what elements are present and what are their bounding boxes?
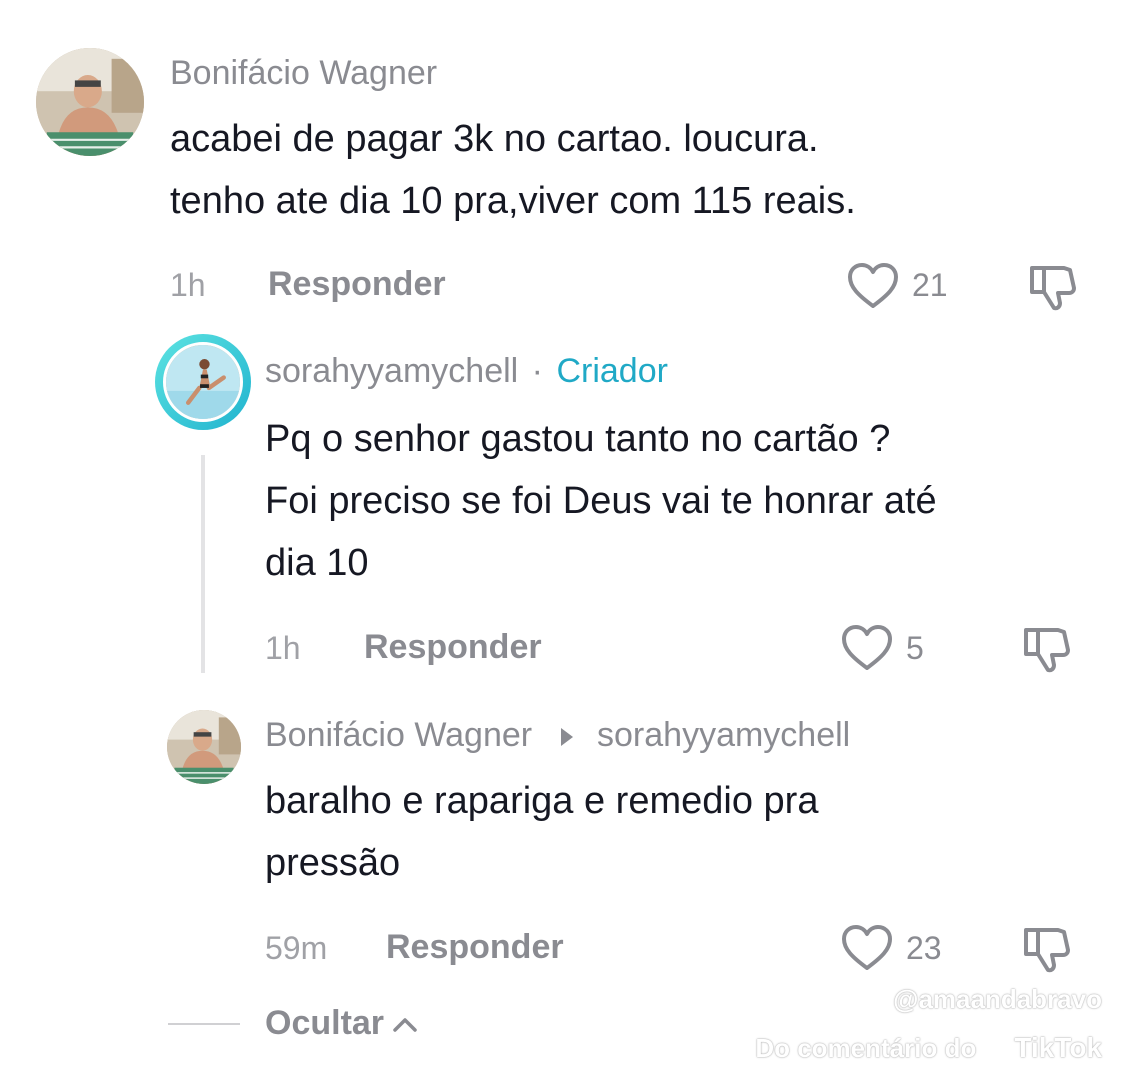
like-button[interactable] xyxy=(840,622,894,674)
watermark-brand: TikTok xyxy=(1014,1032,1102,1063)
thumbs-down-icon xyxy=(1030,266,1076,311)
heart-outline-icon xyxy=(842,625,892,670)
avatar[interactable] xyxy=(167,710,241,784)
dislike-button[interactable] xyxy=(1020,924,1074,974)
dislike-button[interactable] xyxy=(1026,262,1080,312)
hide-replies-label: Ocultar xyxy=(265,1004,385,1042)
thumbs-down-icon xyxy=(1024,928,1070,973)
avatar[interactable] xyxy=(36,48,144,156)
hide-replies-button[interactable]: Ocultar xyxy=(265,1004,420,1043)
comment-author: Bonifácio Wagner sorahyyamychell xyxy=(265,716,850,755)
comment-time: 59m xyxy=(265,930,328,966)
comment-text: acabei de pagar 3k no cartao. loucura. t… xyxy=(170,108,1100,232)
like-button[interactable] xyxy=(846,260,900,312)
thread-line xyxy=(201,455,205,673)
watermark-handle: @amaandabravo xyxy=(893,984,1102,1014)
comment-line: acabei de pagar 3k no cartao. loucura. xyxy=(170,118,819,160)
comment-text: Pq o senhor gastou tanto no cartão ? Foi… xyxy=(265,408,1115,594)
comment-author[interactable]: Bonifácio Wagner xyxy=(170,54,437,93)
author-name[interactable]: Bonifácio Wagner xyxy=(265,716,532,754)
heart-outline-icon xyxy=(848,263,898,308)
triangle-right-icon xyxy=(560,728,573,747)
comment-text: baralho e rapariga e remedio pra pressão xyxy=(265,770,1115,894)
reply-button[interactable]: Responder xyxy=(364,628,542,667)
chevron-up-icon xyxy=(393,1017,417,1032)
like-count: 23 xyxy=(906,930,942,966)
comment-line: baralho e rapariga e remedio pra xyxy=(265,780,819,822)
like-button[interactable] xyxy=(840,922,894,974)
like-count: 21 xyxy=(912,267,948,303)
dislike-button[interactable] xyxy=(1020,624,1074,674)
author-name[interactable]: sorahyyamychell xyxy=(265,352,518,390)
comment-line: Pq o senhor gastou tanto no cartão ? xyxy=(265,418,891,460)
comment-line: tenho ate dia 10 pra,viver com 115 reais… xyxy=(170,180,856,222)
tiktok-logo-icon xyxy=(986,1036,1007,1060)
comment-author: sorahyyamychell · Criador xyxy=(265,352,668,391)
watermark-source: Do comentário do TikTok xyxy=(755,1032,1102,1064)
creator-badge: Criador xyxy=(556,352,668,390)
reply-button[interactable]: Responder xyxy=(268,265,446,304)
reply-button[interactable]: Responder xyxy=(386,928,564,967)
comment-time: 1h xyxy=(265,630,301,666)
comment-line: dia 10 xyxy=(265,542,369,584)
comment-line: pressão xyxy=(265,842,401,884)
like-count: 5 xyxy=(906,630,924,666)
separator: · xyxy=(531,352,543,390)
reply-to-username[interactable]: sorahyyamychell xyxy=(597,716,850,754)
thumbs-down-icon xyxy=(1024,628,1070,673)
watermark-source-text: Do comentário do xyxy=(755,1032,977,1063)
comment-time: 1h xyxy=(170,267,206,303)
heart-outline-icon xyxy=(842,925,892,970)
hide-replies-divider xyxy=(168,1023,240,1025)
comment-line: Foi preciso se foi Deus vai te honrar at… xyxy=(265,480,937,522)
avatar[interactable] xyxy=(163,342,243,422)
